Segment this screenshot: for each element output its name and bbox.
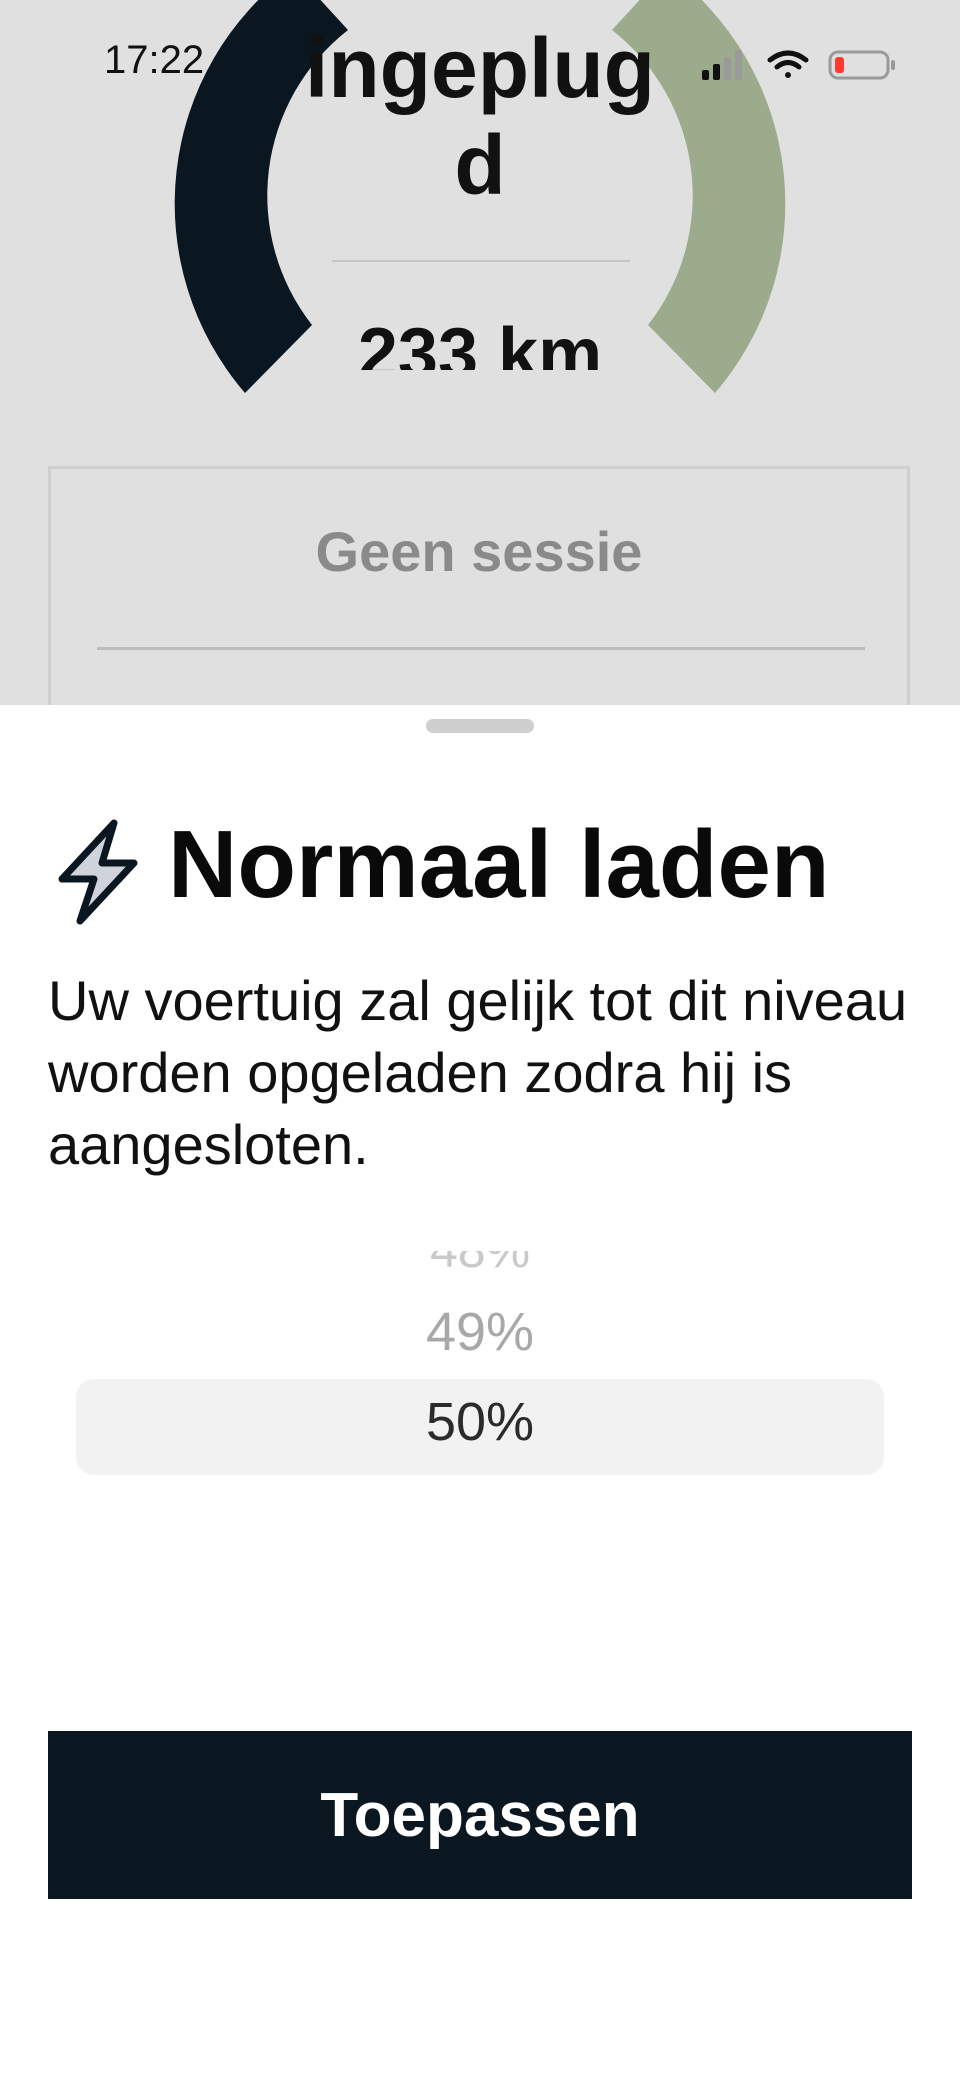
session-divider	[97, 647, 865, 650]
charge-level-picker[interactable]: 48% 49% 50%	[76, 1251, 884, 1491]
charging-status-line1: ingeplug	[305, 21, 655, 115]
sheet-drag-handle[interactable]	[426, 719, 534, 733]
lightning-bolt-icon	[58, 819, 138, 925]
picker-faint-wrap: 48%	[76, 1251, 884, 1273]
picker-selected-option[interactable]: 50%	[76, 1391, 884, 1453]
apply-button[interactable]: Toepassen	[48, 1731, 912, 1899]
session-label: Geen sessie	[315, 520, 643, 583]
bottom-sheet: Normaal laden Uw voertuig zal gelijk tot…	[0, 705, 960, 2079]
sheet-description: Uw voertuig zal gelijk tot dit niveau wo…	[48, 969, 908, 1176]
range-wrap: 233 km	[0, 300, 960, 370]
sheet-title: Normaal laden	[168, 811, 830, 918]
gauge-divider	[332, 260, 630, 262]
picker-option[interactable]: 48%	[76, 1251, 884, 1273]
range-value: 233 km	[357, 314, 603, 370]
session-card: Geen sessie	[48, 466, 910, 720]
background-screen: 17:22 ingeplug d 233 km Geen sessie	[0, 0, 960, 720]
sheet-header: Normaal laden	[48, 805, 928, 925]
charging-status-line2: d	[454, 118, 506, 212]
picker-option[interactable]: 49%	[76, 1301, 884, 1363]
